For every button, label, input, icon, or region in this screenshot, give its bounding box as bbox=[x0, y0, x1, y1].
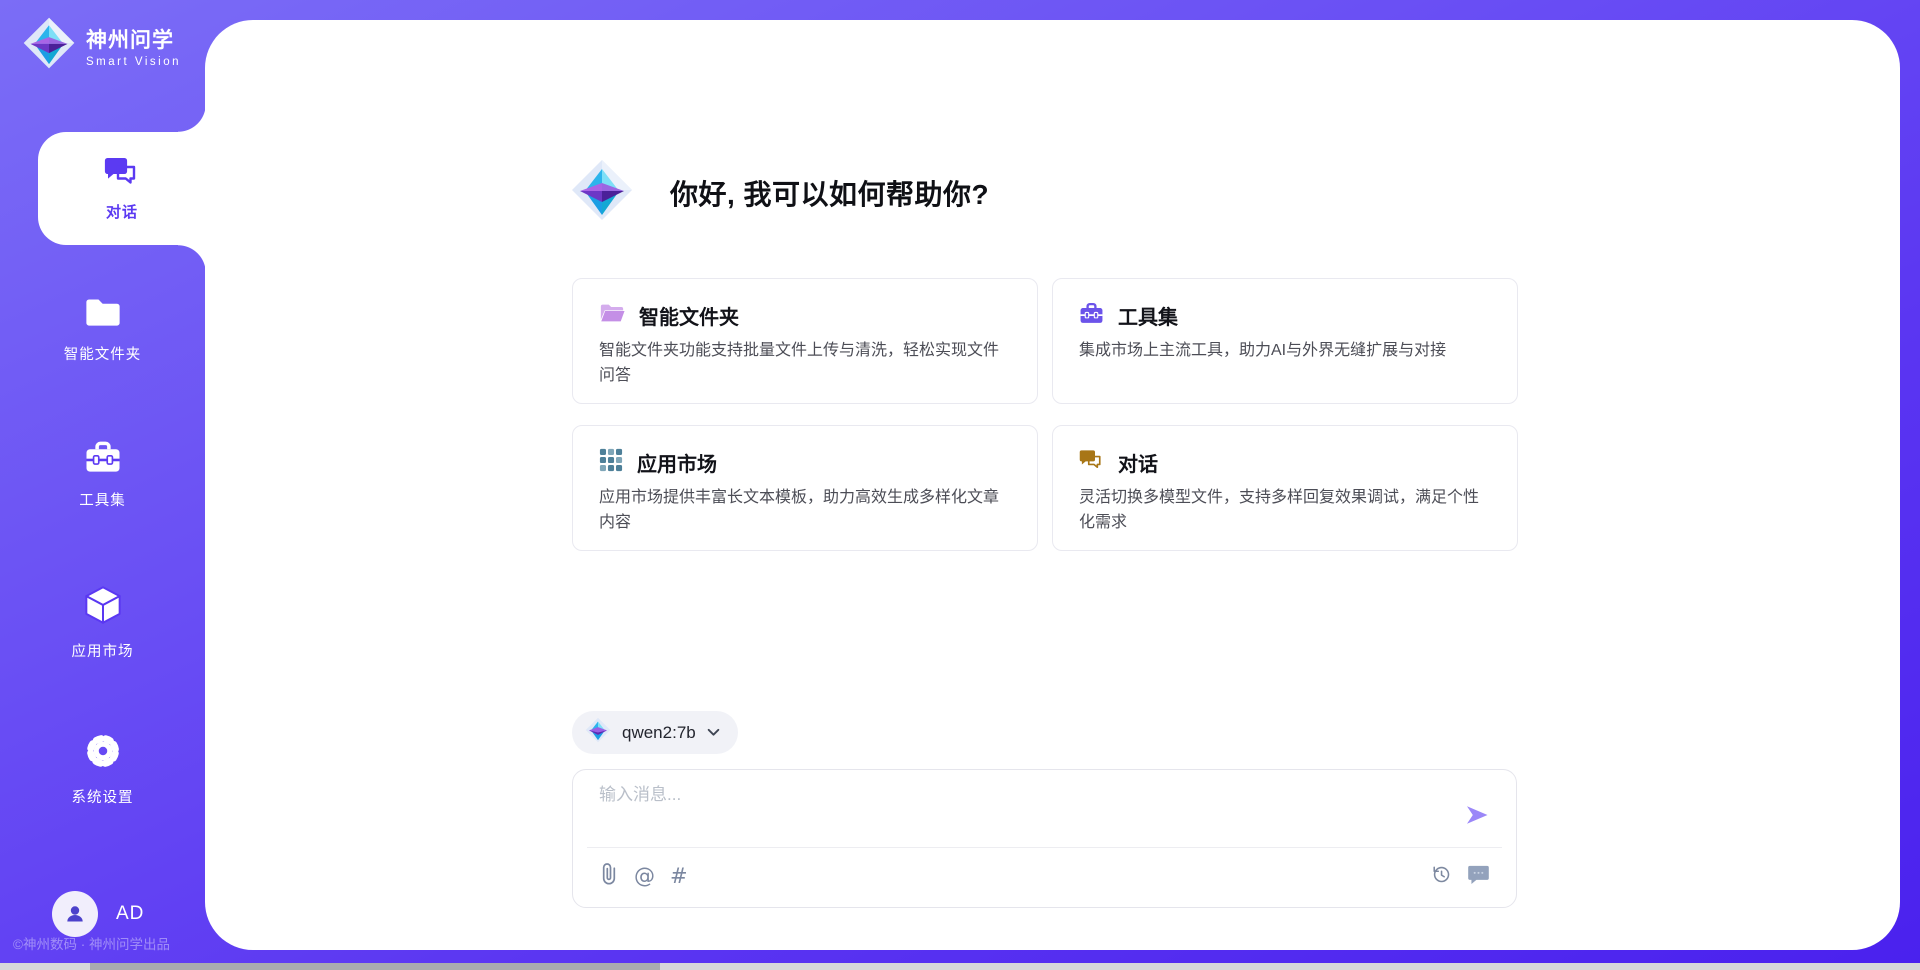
app-logo: 神州问学 Smart Vision bbox=[22, 16, 181, 75]
user-avatar-icon bbox=[52, 891, 98, 937]
folder-icon bbox=[84, 297, 122, 333]
model-selector[interactable]: qwen2:7b bbox=[572, 711, 738, 754]
footer-copyright: ©神州数码 · 神州问学出品 bbox=[13, 933, 170, 953]
feature-cards: 智能文件夹 智能文件夹功能支持批量文件上传与清洗，轻松实现文件问答 工具集 集成… bbox=[572, 278, 1518, 551]
brand-diamond-icon bbox=[22, 16, 76, 75]
briefcase-icon bbox=[1079, 302, 1104, 330]
app-grid-icon bbox=[599, 448, 623, 477]
card-description: 应用市场提供丰富长文本模板，助力高效生成多样化文章内容 bbox=[599, 486, 1011, 536]
chat-bubbles-icon bbox=[1079, 449, 1104, 476]
sidebar-item-chat[interactable]: 对话 bbox=[38, 132, 206, 245]
hash-icon[interactable]: # bbox=[670, 866, 688, 887]
sidebar-item-smart-folder[interactable]: 智能文件夹 bbox=[0, 297, 205, 364]
greeting-text: 你好, 我可以如何帮助你? bbox=[670, 173, 989, 213]
sidebar-item-label: 系统设置 bbox=[72, 786, 134, 807]
send-icon[interactable] bbox=[1464, 802, 1490, 828]
chevron-down-icon bbox=[707, 724, 720, 742]
sidebar: 神州问学 Smart Vision 对话 智能文件夹 bbox=[0, 0, 205, 970]
model-name: qwen2:7b bbox=[622, 723, 696, 743]
attachment-icon[interactable] bbox=[599, 862, 619, 891]
message-input[interactable] bbox=[599, 780, 1459, 842]
chat-icon bbox=[104, 156, 140, 193]
greeting-diamond-icon bbox=[570, 158, 634, 227]
sidebar-item-label: 对话 bbox=[106, 201, 138, 222]
card-title: 智能文件夹 bbox=[639, 301, 739, 330]
quick-phrase-icon[interactable] bbox=[1467, 864, 1490, 890]
model-logo-icon bbox=[585, 717, 611, 748]
card-app-market[interactable]: 应用市场 应用市场提供丰富长文本模板，助力高效生成多样化文章内容 bbox=[572, 425, 1038, 551]
card-description: 灵活切换多模型文件，支持多样回复效果调试，满足个性化需求 bbox=[1079, 486, 1491, 536]
horizontal-scrollbar-thumb[interactable] bbox=[90, 963, 660, 970]
card-title: 应用市场 bbox=[637, 448, 717, 477]
card-title: 工具集 bbox=[1118, 301, 1178, 330]
sidebar-item-settings[interactable]: 系统设置 bbox=[0, 731, 205, 807]
app-title: 神州问学 bbox=[86, 24, 181, 54]
card-chat[interactable]: 对话 灵活切换多模型文件，支持多样回复效果调试，满足个性化需求 bbox=[1052, 425, 1518, 551]
card-toolset[interactable]: 工具集 集成市场上主流工具，助力AI与外界无缝扩展与对接 bbox=[1052, 278, 1518, 404]
card-description: 集成市场上主流工具，助力AI与外界无缝扩展与对接 bbox=[1079, 339, 1491, 364]
card-title: 对话 bbox=[1118, 448, 1158, 477]
user-profile[interactable]: AD bbox=[52, 891, 144, 937]
cube-icon bbox=[84, 585, 122, 630]
folder-open-icon bbox=[599, 302, 625, 329]
message-composer: @ # bbox=[572, 769, 1517, 908]
app-subtitle: Smart Vision bbox=[86, 56, 181, 68]
greeting: 你好, 我可以如何帮助你? bbox=[570, 158, 989, 227]
composer-toolbar: @ # bbox=[599, 862, 1490, 891]
toolbox-icon bbox=[84, 441, 122, 479]
user-name: AD bbox=[116, 903, 144, 925]
history-icon[interactable] bbox=[1430, 863, 1452, 890]
horizontal-scrollbar[interactable] bbox=[0, 963, 1920, 970]
sidebar-item-label: 应用市场 bbox=[72, 640, 134, 661]
sidebar-item-app-market[interactable]: 应用市场 bbox=[0, 585, 205, 661]
sidebar-item-label: 智能文件夹 bbox=[64, 343, 142, 364]
app-screen: 神州问学 Smart Vision 对话 智能文件夹 bbox=[0, 0, 1920, 970]
composer-divider bbox=[587, 847, 1502, 848]
mention-icon[interactable]: @ bbox=[634, 866, 655, 887]
sidebar-item-label: 工具集 bbox=[79, 489, 126, 510]
sidebar-item-toolset[interactable]: 工具集 bbox=[0, 441, 205, 510]
card-smart-folder[interactable]: 智能文件夹 智能文件夹功能支持批量文件上传与清洗，轻松实现文件问答 bbox=[572, 278, 1038, 404]
card-description: 智能文件夹功能支持批量文件上传与清洗，轻松实现文件问答 bbox=[599, 339, 1011, 389]
gear-icon bbox=[83, 731, 123, 776]
